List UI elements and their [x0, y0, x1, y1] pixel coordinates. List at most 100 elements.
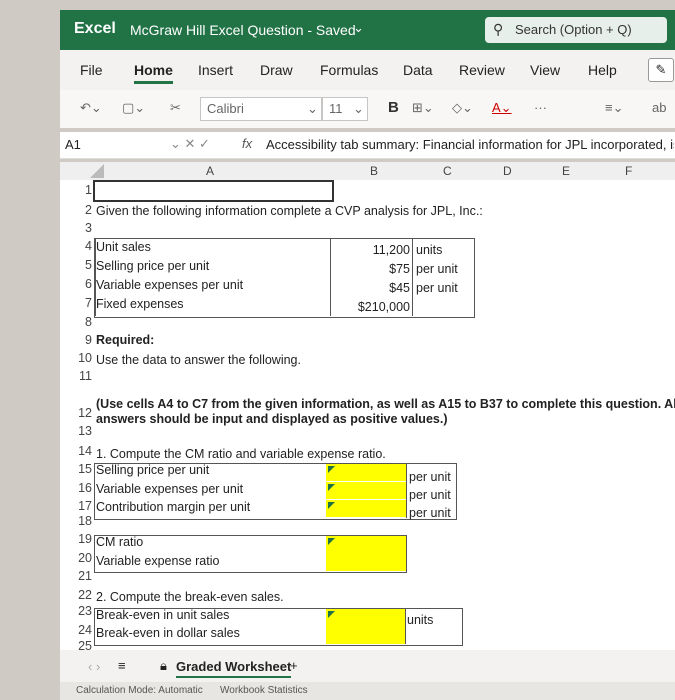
given-value[interactable]: $210,000 [330, 300, 410, 314]
spreadsheet-grid[interactable]: 1 2 3 4 5 6 7 8 9 10 11 12 13 14 15 16 1… [60, 180, 675, 653]
row-header[interactable]: 10 [70, 351, 92, 365]
row-header[interactable]: 22 [70, 588, 92, 602]
search-input[interactable]: ⚲ Search (Option + Q) [485, 17, 667, 43]
bold-button[interactable]: B [388, 99, 399, 116]
row-header[interactable]: 17 [70, 499, 92, 513]
undo-icon[interactable]: ↶⌄ [80, 100, 102, 116]
given-unit[interactable]: per unit [416, 262, 458, 276]
row-header[interactable]: 8 [70, 315, 92, 329]
row-header[interactable]: 18 [70, 514, 92, 528]
tab-file[interactable]: File [80, 62, 103, 78]
cell-a17[interactable]: Contribution margin per unit [96, 500, 250, 514]
sheet-tab-graded-worksheet[interactable]: Graded Worksheet [176, 659, 292, 678]
given-label[interactable]: Fixed expenses [96, 297, 184, 311]
cancel-confirm-icons[interactable]: ⌄ ✕ ✓ [170, 136, 210, 152]
tab-draw[interactable]: Draw [260, 62, 293, 78]
cell-a9[interactable]: Required: [96, 333, 154, 347]
cell-a10[interactable]: Use the data to answer the following. [96, 353, 301, 367]
instructions-line-1[interactable]: (Use cells A4 to C7 from the given infor… [96, 397, 675, 411]
align-icon[interactable]: ≡⌄ [605, 100, 623, 116]
given-unit[interactable]: units [416, 243, 442, 257]
given-value[interactable]: 11,200 [330, 243, 410, 257]
cell-a20[interactable]: Variable expense ratio [96, 554, 219, 568]
name-box[interactable]: A1 [65, 137, 81, 152]
search-icon: ⚲ [493, 21, 504, 37]
font-color-icon[interactable]: A⌄ [492, 100, 512, 116]
tab-insert[interactable]: Insert [198, 62, 233, 78]
given-value[interactable]: $45 [330, 281, 410, 295]
add-sheet-button[interactable]: + [290, 658, 298, 673]
cell-a23[interactable]: Break-even in unit sales [96, 608, 229, 622]
given-label[interactable]: Selling price per unit [96, 259, 209, 273]
row-header[interactable]: 5 [70, 258, 92, 272]
instructions-line-2[interactable]: answers should be input and displayed as… [96, 412, 447, 426]
given-label[interactable]: Variable expenses per unit [96, 278, 243, 292]
row-header[interactable]: 1 [70, 183, 92, 197]
cell-a22[interactable]: 2. Compute the break-even sales. [96, 590, 284, 604]
format-painter-icon[interactable]: ✂ [170, 100, 181, 116]
chevron-down-icon[interactable]: ⌄ [353, 20, 364, 36]
tab-formulas[interactable]: Formulas [320, 62, 378, 78]
given-value[interactable]: $75 [330, 262, 410, 276]
font-size-select[interactable]: 11 ⌄ [322, 97, 368, 121]
title-bar: Excel McGraw Hill Excel Question - Saved… [60, 10, 675, 50]
row-header[interactable]: 16 [70, 481, 92, 495]
cell-a15[interactable]: Selling price per unit [96, 463, 209, 477]
row-header[interactable]: 9 [70, 333, 92, 347]
given-unit[interactable]: per unit [416, 281, 458, 295]
more-options-button[interactable]: ··· [534, 100, 547, 115]
clipboard-icon[interactable]: ▢⌄ [122, 100, 145, 116]
column-header-f[interactable]: F [625, 164, 632, 178]
input-cell-b17[interactable] [326, 500, 406, 517]
input-cell-b15[interactable] [326, 464, 406, 481]
column-header-a[interactable]: A [206, 164, 214, 178]
column-header-e[interactable]: E [562, 164, 570, 178]
input-cell-b23-b24[interactable] [326, 609, 405, 644]
tab-data[interactable]: Data [403, 62, 433, 78]
row-header[interactable]: 19 [70, 532, 92, 546]
row-header[interactable]: 3 [70, 221, 92, 235]
fx-icon[interactable]: fx [242, 136, 252, 151]
cell-a24[interactable]: Break-even in dollar sales [96, 626, 240, 640]
row-header[interactable]: 11 [70, 369, 92, 383]
column-header-d[interactable]: D [503, 164, 512, 178]
row-header[interactable]: 6 [70, 277, 92, 291]
pen-icon[interactable]: ✎ [648, 58, 674, 82]
given-label[interactable]: Unit sales [96, 240, 151, 254]
selected-cell-a1[interactable] [93, 180, 334, 202]
tab-review[interactable]: Review [459, 62, 505, 78]
tab-help[interactable]: Help [588, 62, 617, 78]
select-all-corner[interactable] [90, 164, 104, 178]
formula-input[interactable]: Accessibility tab summary: Financial inf… [266, 137, 674, 152]
workbook-statistics[interactable]: Workbook Statistics [220, 685, 308, 696]
row-header[interactable]: 23 [70, 604, 92, 618]
tab-view[interactable]: View [530, 62, 560, 78]
row-header[interactable]: 21 [70, 569, 92, 583]
cell-a16[interactable]: Variable expenses per unit [96, 482, 243, 496]
column-header-c[interactable]: C [443, 164, 452, 178]
font-name-select[interactable]: Calibri ⌄ [200, 97, 322, 121]
row-header[interactable]: 12 [70, 406, 92, 420]
cell-a2[interactable]: Given the following information complete… [96, 204, 483, 218]
tab-home[interactable]: Home [134, 62, 173, 84]
row-header[interactable]: 20 [70, 551, 92, 565]
cell-a14[interactable]: 1. Compute the CM ratio and variable exp… [96, 447, 386, 461]
row-header[interactable]: 2 [70, 203, 92, 217]
all-sheets-icon[interactable]: ≡ [118, 658, 126, 673]
row-header[interactable]: 7 [70, 296, 92, 310]
document-title[interactable]: McGraw Hill Excel Question - Saved [130, 22, 356, 38]
column-header-b[interactable]: B [370, 164, 378, 178]
row-header[interactable]: 13 [70, 424, 92, 438]
borders-icon[interactable]: ⊞⌄ [412, 100, 434, 116]
input-cell-b16[interactable] [326, 482, 406, 499]
sheet-nav-icons[interactable]: ‹ › [88, 659, 100, 674]
fill-color-icon[interactable]: ◇⌄ [452, 100, 473, 116]
row-header[interactable]: 4 [70, 239, 92, 253]
row-header[interactable]: 15 [70, 462, 92, 476]
row-header[interactable]: 14 [70, 444, 92, 458]
row-header[interactable]: 24 [70, 623, 92, 637]
input-cell-b19-b20[interactable] [326, 536, 406, 571]
cell-a19[interactable]: CM ratio [96, 535, 143, 549]
calculation-mode[interactable]: Calculation Mode: Automatic [76, 685, 203, 696]
wrap-text-icon[interactable]: ab [652, 100, 666, 115]
